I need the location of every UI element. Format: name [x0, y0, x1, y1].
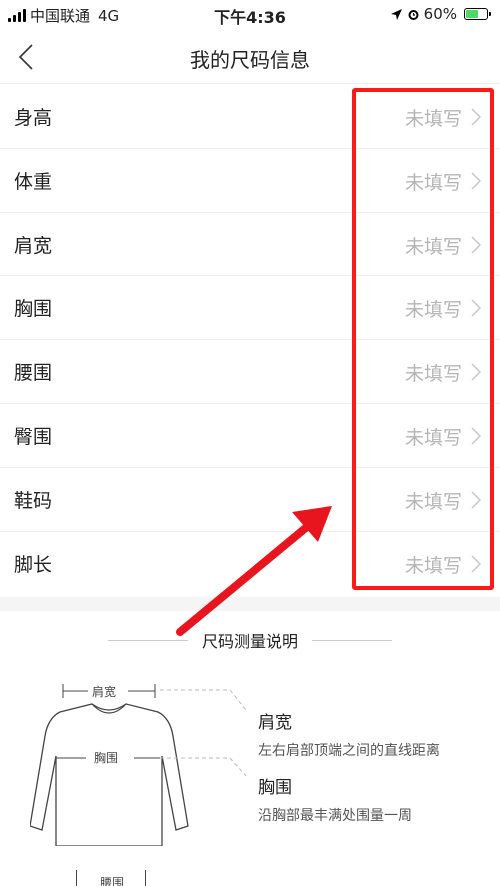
status-bar: 中国联通 4G 下午4:36 60% [0, 0, 500, 30]
leader-lines [160, 689, 247, 777]
location-icon [390, 8, 402, 20]
row-label: 脚长 [14, 553, 53, 576]
row-label: 胸围 [14, 298, 53, 321]
row-label: 肩宽 [14, 234, 53, 257]
pants-waist-label: 腰围 [99, 876, 124, 886]
row-label: 臀围 [14, 425, 53, 448]
guide-header: 尺码测量说明 [0, 628, 500, 652]
shirt-chest-label: 胸围 [92, 749, 121, 766]
battery-icon [464, 8, 491, 20]
pants-waist-marker: 腰围 [76, 870, 146, 886]
callout-desc: 沿胸部最丰满处围量一周 [258, 808, 412, 824]
page-title: 我的尺码信息 [190, 48, 310, 72]
callout-title: 肩宽 [258, 713, 292, 733]
row-label: 身高 [14, 107, 53, 129]
divider-line [312, 640, 392, 641]
callout-chest: 胸围 沿胸部最丰满处围量一周 [258, 773, 412, 825]
status-right: 60% [390, 5, 491, 23]
highlight-box [352, 88, 494, 590]
alarm-icon [408, 9, 419, 20]
row-label: 腰围 [14, 362, 53, 385]
guide-title: 尺码测量说明 [201, 632, 298, 651]
row-label: 体重 [14, 170, 53, 193]
battery-percent: 60% [423, 5, 457, 23]
nav-bar: 我的尺码信息 [0, 30, 500, 84]
callout-desc: 左右肩部顶端之间的直线距离 [258, 743, 440, 759]
row-label: 鞋码 [14, 489, 53, 512]
callout-shoulder: 肩宽 左右肩部顶端之间的直线距离 [258, 708, 440, 760]
red-arrow-icon [176, 506, 332, 636]
callout-title: 胸围 [258, 778, 292, 798]
shirt-shoulder-label: 肩宽 [90, 683, 119, 700]
